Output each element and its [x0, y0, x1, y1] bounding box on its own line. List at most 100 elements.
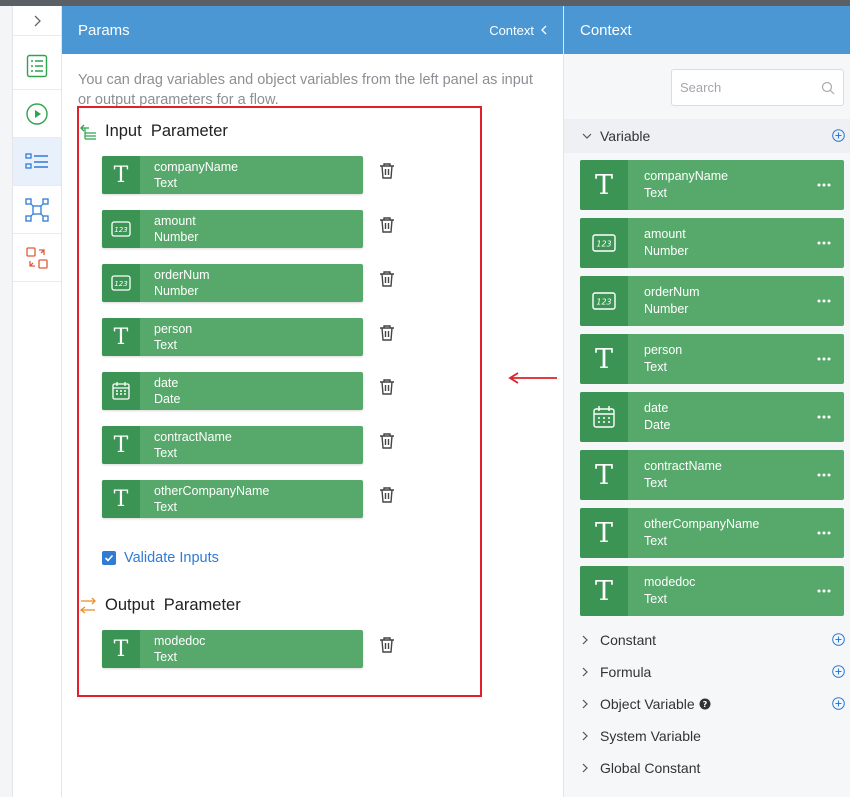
number-type-icon: 123 — [111, 221, 131, 237]
context-panel: Context Variable T companyName Text 123 a… — [563, 6, 850, 797]
output-param-card[interactable]: T modedoc Text — [102, 630, 363, 668]
context-variable-card[interactable]: T contractName Text — [580, 450, 844, 500]
variable-name: amount — [644, 227, 686, 241]
text-type-icon: T — [113, 636, 129, 662]
group-label: Global Constant — [600, 760, 701, 776]
variable-more-button[interactable] — [804, 299, 844, 303]
group-label: Object Variable — [600, 696, 695, 712]
variable-more-button[interactable] — [804, 357, 844, 361]
variable-more-button[interactable] — [804, 473, 844, 477]
variable-type: Text — [644, 476, 667, 490]
input-param-card[interactable]: 123 orderNum Number — [102, 264, 363, 302]
variable-more-button[interactable] — [804, 531, 844, 535]
param-name: person — [154, 322, 193, 336]
param-type: Text — [154, 650, 177, 664]
params-title: Params — [78, 21, 130, 39]
param-name: companyName — [154, 160, 239, 174]
variable-type: Text — [644, 186, 667, 200]
number-type-icon: 123 — [111, 275, 131, 291]
svg-text:123: 123 — [596, 240, 611, 249]
validate-inputs-label: Validate Inputs — [124, 550, 219, 566]
variable-type: Text — [644, 360, 667, 374]
constant-group-toggle[interactable]: Constant — [582, 632, 656, 648]
context-title: Context — [580, 21, 632, 39]
delete-param-trash-icon[interactable] — [378, 270, 396, 288]
more-dots-icon — [817, 589, 831, 593]
swap-icon — [26, 246, 48, 269]
variable-name: modedoc — [644, 575, 696, 589]
variable-type: Number — [644, 244, 689, 258]
context-variable-card[interactable]: 123 orderNum Number — [580, 276, 844, 326]
help-question-icon[interactable]: ? — [699, 698, 711, 710]
more-dots-icon — [817, 299, 831, 303]
delete-param-trash-icon[interactable] — [378, 216, 396, 234]
delete-param-trash-icon[interactable] — [378, 636, 396, 654]
params-list-icon — [25, 152, 48, 169]
context-variable-card[interactable]: T companyName Text — [580, 160, 844, 210]
variable-name: orderNum — [644, 285, 700, 299]
context-search-input[interactable] — [680, 80, 821, 95]
delete-param-trash-icon[interactable] — [378, 432, 396, 450]
svg-text:123: 123 — [596, 298, 611, 307]
delete-param-trash-icon[interactable] — [378, 324, 396, 342]
input-param-card[interactable]: date Date — [102, 372, 363, 410]
add-object-variable-plus-icon[interactable] — [832, 697, 845, 710]
flow-node-icon — [25, 197, 49, 222]
output-parameter-icon — [80, 597, 96, 614]
play-circle-icon — [26, 102, 48, 125]
formula-group-toggle[interactable]: Formula — [582, 664, 651, 680]
input-param-card[interactable]: T contractName Text — [102, 426, 363, 464]
chevron-left-icon — [541, 25, 547, 35]
text-type-icon: T — [113, 432, 129, 458]
input-param-card[interactable]: T otherCompanyName Text — [102, 480, 363, 518]
variable-type: Text — [644, 534, 667, 548]
param-name: modedoc — [154, 634, 206, 648]
rail-list-button[interactable] — [13, 42, 61, 90]
context-variable-card[interactable]: 123 amount Number — [580, 218, 844, 268]
delete-param-trash-icon[interactable] — [378, 486, 396, 504]
number-type-icon: 123 — [592, 234, 616, 252]
rail-flow-button[interactable] — [13, 186, 61, 234]
context-variable-card[interactable]: T otherCompanyName Text — [580, 508, 844, 558]
object-variable-group-toggle[interactable]: Object Variable ? — [582, 696, 711, 712]
delete-param-trash-icon[interactable] — [378, 378, 396, 396]
group-label: Constant — [600, 632, 657, 648]
context-toggle-link[interactable]: Context — [489, 23, 547, 38]
global-constant-group-toggle[interactable]: Global Constant — [582, 760, 700, 776]
text-type-icon: T — [594, 459, 613, 491]
drag-direction-arrow-icon — [508, 372, 557, 384]
chevron-right-icon — [582, 763, 588, 773]
input-param-card[interactable]: 123 amount Number — [102, 210, 363, 248]
variable-group-label: Variable — [600, 128, 651, 144]
system-variable-group-toggle[interactable]: System Variable — [582, 728, 701, 744]
input-parameter-label: Input Parameter — [105, 122, 228, 140]
input-param-card[interactable]: T companyName Text — [102, 156, 363, 194]
delete-param-trash-icon[interactable] — [378, 162, 396, 180]
more-dots-icon — [817, 183, 831, 187]
rail-convert-button[interactable] — [13, 234, 61, 282]
context-link-label: Context — [489, 22, 534, 38]
search-icon[interactable] — [821, 81, 835, 95]
context-variable-card[interactable]: T modedoc Text — [580, 566, 844, 616]
add-constant-plus-icon[interactable] — [832, 633, 845, 646]
context-variable-card[interactable]: date Date — [580, 392, 844, 442]
variable-more-button[interactable] — [804, 415, 844, 419]
add-formula-plus-icon[interactable] — [832, 665, 845, 678]
variable-group-toggle[interactable]: Variable — [582, 128, 650, 144]
variable-more-button[interactable] — [804, 241, 844, 245]
input-param-card[interactable]: T person Text — [102, 318, 363, 356]
variable-more-button[interactable] — [804, 183, 844, 187]
expand-rail-button[interactable] — [13, 6, 61, 36]
add-variable-plus-icon[interactable] — [832, 129, 845, 142]
text-type-icon: T — [113, 486, 129, 512]
rail-run-button[interactable] — [13, 90, 61, 138]
validate-inputs-checkbox[interactable]: Validate Inputs — [102, 550, 219, 566]
more-dots-icon — [817, 531, 831, 535]
context-variable-card[interactable]: T person Text — [580, 334, 844, 384]
variable-type: Number — [644, 302, 689, 316]
context-search-box[interactable] — [671, 69, 844, 106]
chevron-right-icon — [582, 731, 588, 741]
rail-params-button[interactable] — [13, 138, 61, 186]
chevron-right-icon — [582, 667, 588, 677]
variable-more-button[interactable] — [804, 589, 844, 593]
